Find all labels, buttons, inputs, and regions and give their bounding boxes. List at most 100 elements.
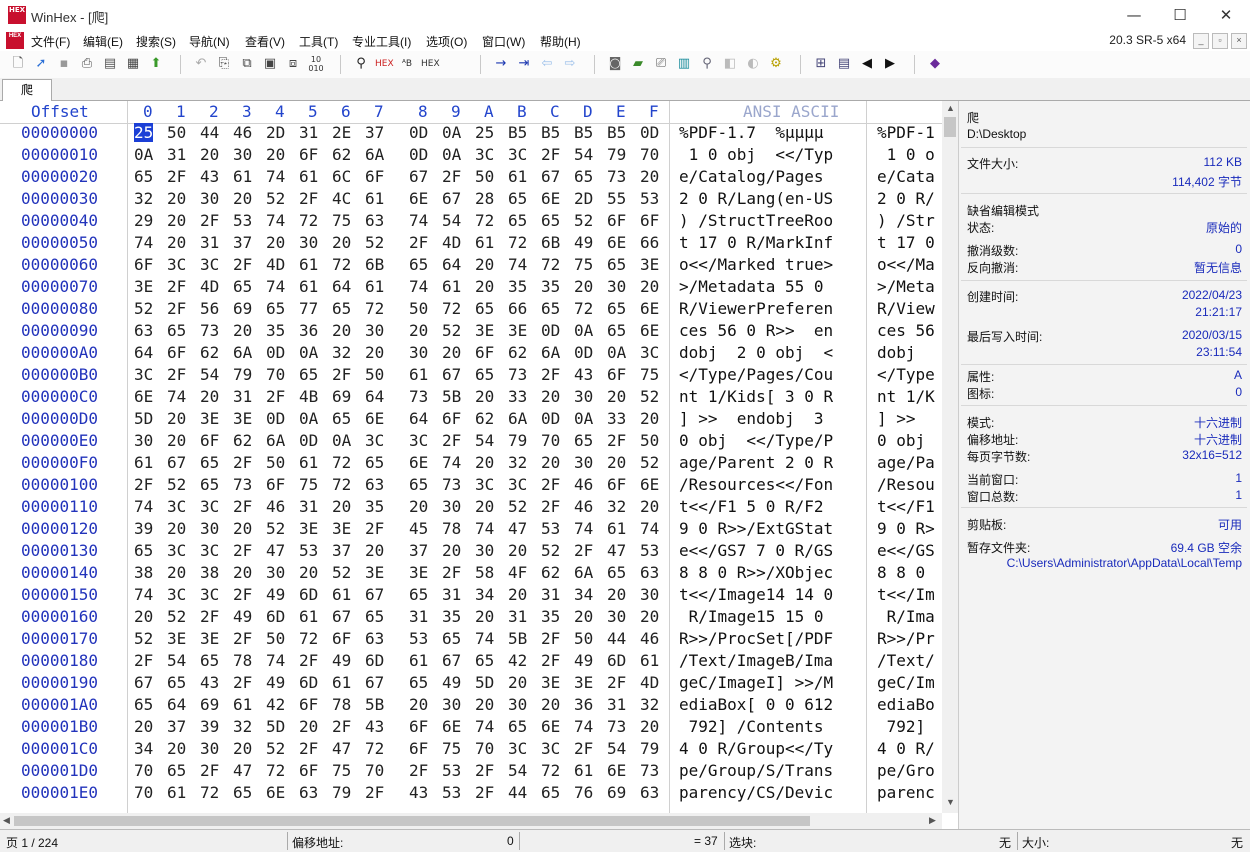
hex-byte[interactable]: 6E [541,717,560,736]
hex-row[interactable]: 00000180 2F 54 65 78 74 2F 49 6D 61 67 65 42 2F 49 6D 61… [0,651,942,673]
hex-byte[interactable]: 6F [167,343,186,362]
hex-byte[interactable]: 61 [299,167,318,186]
hex-byte[interactable]: 6A [233,343,252,362]
close-button[interactable]: ✕ [1203,0,1249,30]
hex-byte[interactable]: 6F [607,211,626,230]
hex-byte[interactable]: 0D [640,123,659,142]
hex-byte[interactable]: 2F [233,629,252,648]
hex-byte[interactable]: 36 [574,695,593,714]
hex-byte[interactable]: 65 [233,277,252,296]
hex-byte[interactable]: 6C [332,167,351,186]
hex-row[interactable]: 00000100 2F 52 65 73 6F 75 72 63 65 73 3C 3C 2F 46 6F 6E… [0,475,942,497]
hex-byte[interactable]: 39 [200,717,219,736]
menu-specialist-tools[interactable]: 专业工具(I) [352,33,411,50]
find-icon[interactable]: ⚲ [352,55,370,73]
hex-byte[interactable]: 37 [332,541,351,560]
hex-byte[interactable]: 2F [299,739,318,758]
hex-byte[interactable]: 52 [365,233,384,252]
hex-byte[interactable]: 20 [167,519,186,538]
hex-row[interactable]: 00000120 39 20 30 20 52 3E 3E 2F 45 78 74 47 53 74 61 74… [0,519,942,541]
hex-byte[interactable]: 70 [475,739,494,758]
hex-byte[interactable]: 6F [365,167,384,186]
hex-byte[interactable]: 3C [200,497,219,516]
print-icon[interactable]: ⎙ [78,55,96,73]
hex-byte[interactable]: 5B [365,695,384,714]
open-disk-icon[interactable]: ◙ [606,55,624,73]
save-icon[interactable]: ▪ [55,55,73,73]
hex-byte[interactable]: 31 [409,607,428,626]
filter-icon[interactable]: ◐ [744,55,762,73]
hex-byte[interactable]: 6F [640,211,659,230]
hex-row[interactable]: 000000C0 6E 74 20 31 2F 4B 69 64 73 5B 20 33 20 30 20 52… [0,387,942,409]
hex-byte[interactable]: 2F [134,475,153,494]
hex-byte[interactable]: 2F [299,189,318,208]
row-offset[interactable]: 00000190 [21,673,98,692]
hex-byte[interactable]: 65 [409,673,428,692]
new-file-icon[interactable]: 🗋 [9,55,27,73]
vertical-scroll-thumb[interactable] [944,117,956,137]
hex-byte[interactable]: 65 [607,299,626,318]
cut-copy-icon[interactable]: ⧉ [238,55,256,73]
ascii-text[interactable]: 2 0 R/Lang(en-US [679,189,833,208]
hex-byte[interactable]: 61 [640,651,659,670]
hex-byte[interactable]: 2F [409,233,428,252]
row-offset[interactable]: 000001A0 [21,695,98,714]
hex-byte[interactable]: 61 [299,277,318,296]
row-offset[interactable]: 000000B0 [21,365,98,384]
hex-byte[interactable]: 30 [640,585,659,604]
hex-byte[interactable]: 4B [299,387,318,406]
hex-byte[interactable]: 20 [640,167,659,186]
hex-byte[interactable]: 3C [508,145,527,164]
hex-byte[interactable]: 3C [365,431,384,450]
hex-byte[interactable]: 65 [508,189,527,208]
hex-byte[interactable]: 35 [442,607,461,626]
hex-byte[interactable]: 72 [365,739,384,758]
row-offset[interactable]: 00000150 [21,585,98,604]
hex-byte[interactable]: 37 [167,717,186,736]
hex-byte[interactable]: 2F [574,541,593,560]
ascii-text[interactable]: t<</F1 5 0 R/F2 [679,497,833,516]
hex-byte[interactable]: 3C [541,739,560,758]
document-menu-icon[interactable]: HEX [6,32,24,49]
hex-row[interactable]: 000000E0 30 20 6F 62 6A 0D 0A 3C 3C 2F 54 79 70 65 2F 50… [0,431,942,453]
ascii-text[interactable]: ediaBox[ 0 0 612 [679,695,833,714]
paste-icon[interactable]: ▣ [261,55,279,73]
hex-byte[interactable]: 73 [200,321,219,340]
hex-byte[interactable]: 67 [332,607,351,626]
hex-byte[interactable]: 65 [409,475,428,494]
hex-byte[interactable]: 20 [167,211,186,230]
row-offset[interactable]: 00000130 [21,541,98,560]
hex-byte[interactable]: 30 [200,519,219,538]
hex-byte[interactable]: 54 [607,739,626,758]
ascii-text[interactable]: t<</Image14 14 0 [679,585,833,604]
back-icon[interactable]: ⇦ [538,55,556,73]
hex-byte[interactable]: 61 [365,189,384,208]
hex-byte[interactable]: 3C [167,255,186,274]
ascii-text[interactable]: 4 0 R/Group<</Ty [679,739,833,758]
hex-byte[interactable]: 20 [508,541,527,560]
hex-byte[interactable]: 65 [508,717,527,736]
hex-byte[interactable]: 67 [541,167,560,186]
hex-byte[interactable]: 32 [332,343,351,362]
hex-byte[interactable]: 61 [508,167,527,186]
hex-byte[interactable]: 6F [299,761,318,780]
hex-byte[interactable]: 31 [508,607,527,626]
hex-byte[interactable]: 20 [640,497,659,516]
hex-byte[interactable]: 6F [475,343,494,362]
hex-byte[interactable]: 0A [574,321,593,340]
hex-byte[interactable]: 5D [266,717,285,736]
hex-byte[interactable]: 20 [233,321,252,340]
row-offset[interactable]: 00000100 [21,475,98,494]
ascii-text-secondary[interactable]: /Text/ [877,651,935,670]
hex-byte[interactable]: 74 [266,167,285,186]
prev-icon[interactable]: ◀ [858,55,876,73]
hex-byte[interactable]: 20 [266,233,285,252]
hex-byte[interactable]: 46 [266,497,285,516]
hex-byte[interactable]: 64 [167,695,186,714]
hex-byte[interactable]: 65 [167,673,186,692]
hex-byte[interactable]: 46 [574,497,593,516]
hex-byte[interactable]: 65 [442,629,461,648]
hex-byte[interactable]: 74 [134,233,153,252]
hex-byte[interactable]: 3C [200,255,219,274]
hex-byte[interactable]: 53 [541,519,560,538]
